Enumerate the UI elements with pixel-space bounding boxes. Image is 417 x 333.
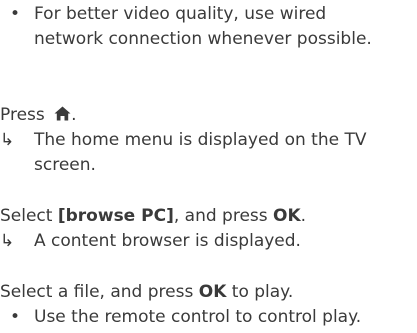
result-home-menu: ↳ The home menu is displayed on the TV s… xyxy=(0,128,417,178)
result-content-browser: ↳ A content browser is displayed. xyxy=(0,229,417,254)
step-press-suffix: . xyxy=(71,105,77,125)
step-press-prefix: Press xyxy=(0,105,51,125)
ok-button-label: OK xyxy=(198,282,227,302)
manual-page: • For better video quality, use wired ne… xyxy=(0,0,417,333)
tip-bullet-item: • For better video quality, use wired ne… xyxy=(0,2,380,52)
bullet-marker: • xyxy=(10,4,21,24)
remote-tip-text: Use the remote control to control play. xyxy=(34,307,362,327)
step-file-prefix: Select a file, and press xyxy=(0,282,199,302)
result-arrow-icon: ↳ xyxy=(0,130,15,150)
step-select-file: Select a file, and press OK to play. xyxy=(0,280,293,305)
step-press-home: Press . xyxy=(0,103,77,128)
remote-bullet-item: • Use the remote control to control play… xyxy=(0,305,417,330)
result-browser-text: A content browser is displayed. xyxy=(34,231,301,251)
result-arrow-icon: ↳ xyxy=(0,231,15,251)
step-select-middle: , and press xyxy=(173,206,274,226)
result-home-text: The home menu is displayed on the TV scr… xyxy=(34,130,367,175)
step-file-suffix: to play. xyxy=(226,282,294,302)
tip-text: For better video quality, use wired netw… xyxy=(34,4,372,49)
ok-button-label: OK xyxy=(273,206,301,226)
browse-pc-option: [browse PC] xyxy=(57,206,174,226)
home-icon xyxy=(54,106,71,121)
bullet-marker: • xyxy=(10,307,21,327)
step-select-prefix: Select xyxy=(0,206,58,226)
step-select-browse-pc: Select [browse PC], and press OK. xyxy=(0,204,306,229)
step-select-suffix: . xyxy=(300,206,307,226)
